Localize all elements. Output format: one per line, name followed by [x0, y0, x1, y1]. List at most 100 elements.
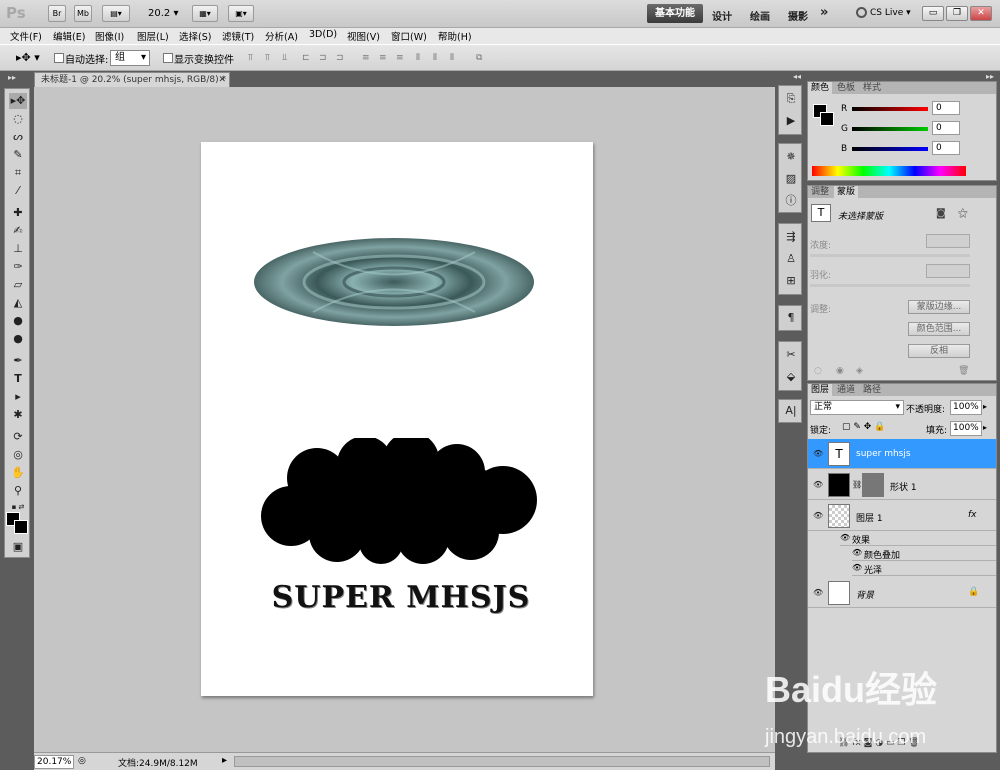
- panel-background-swatch[interactable]: [820, 112, 834, 126]
- clone-stamp-tool-icon[interactable]: ⊥: [9, 241, 27, 257]
- distribute-bottom-icon[interactable]: ≡: [396, 53, 410, 64]
- invert-button[interactable]: 反相: [908, 344, 970, 358]
- tab-styles[interactable]: 样式: [860, 82, 884, 94]
- custom-shape-tool-icon[interactable]: ✱: [9, 407, 27, 423]
- menu-help[interactable]: 帮助(H): [438, 29, 472, 43]
- lasso-tool-icon[interactable]: ᔕ: [9, 129, 27, 145]
- path-selection-tool-icon[interactable]: ▸: [9, 389, 27, 405]
- tab-paths[interactable]: 路径: [860, 384, 884, 396]
- align-top-icon[interactable]: ⫪: [248, 53, 262, 64]
- menu-select[interactable]: 选择(S): [179, 29, 211, 43]
- workspace-painting-button[interactable]: 绘画: [750, 8, 770, 23]
- menu-view[interactable]: 视图(V): [347, 29, 380, 43]
- workspace-essentials-button[interactable]: 基本功能: [647, 4, 703, 23]
- tool-presets-icon[interactable]: ⊞: [783, 274, 799, 288]
- layer-comps-icon[interactable]: ⬙: [783, 370, 799, 384]
- tab-layers[interactable]: 图层: [808, 384, 833, 396]
- menu-analysis[interactable]: 分析(A): [265, 29, 298, 43]
- move-tool-preset-button[interactable]: ▸✥ ▾: [16, 51, 40, 64]
- fill-field[interactable]: 100%: [950, 421, 982, 436]
- lock-icons[interactable]: ▢ ✎ ✥ 🔒: [842, 422, 885, 432]
- menu-layer[interactable]: 图层(L): [137, 29, 169, 43]
- pen-tool-icon[interactable]: ✒: [9, 353, 27, 369]
- distribute-top-icon[interactable]: ≡: [362, 53, 376, 64]
- navigator-icon[interactable]: ✵: [783, 150, 799, 164]
- collapse-toolbar-icon[interactable]: ▸▸: [8, 73, 16, 82]
- delete-mask-icon[interactable]: 🗑: [958, 366, 969, 376]
- align-bottom-icon[interactable]: ⫫: [282, 53, 296, 64]
- brush-tool-icon[interactable]: ✍: [9, 223, 27, 239]
- tab-color[interactable]: 颜色: [808, 82, 833, 94]
- opacity-arrow-icon[interactable]: ▸: [983, 402, 987, 411]
- healing-brush-tool-icon[interactable]: ✚: [9, 205, 27, 221]
- info-icon[interactable]: ⓘ: [783, 194, 799, 208]
- paragraph-icon[interactable]: ¶: [783, 311, 799, 325]
- visibility-eye-icon[interactable]: 👁: [813, 588, 823, 598]
- blend-mode-select[interactable]: 正常 ▾: [810, 400, 904, 415]
- paint-bucket-tool-icon[interactable]: ◭: [9, 295, 27, 311]
- history-brush-tool-icon[interactable]: ✑: [9, 259, 27, 275]
- color-range-button[interactable]: 颜色范围...: [908, 322, 970, 336]
- type-tool-icon[interactable]: T: [9, 371, 27, 387]
- histogram-icon[interactable]: ▨: [783, 172, 799, 186]
- fill-arrow-icon[interactable]: ▸: [983, 423, 987, 432]
- layer-row-shape[interactable]: 👁 ⛓ 形状 1: [808, 470, 996, 500]
- density-field[interactable]: [926, 234, 970, 248]
- tab-channels[interactable]: 通道: [834, 384, 858, 396]
- visibility-eye-icon[interactable]: 👁: [813, 449, 823, 459]
- channel-b-slider[interactable]: [852, 147, 928, 151]
- density-slider[interactable]: [810, 254, 970, 257]
- menu-image[interactable]: 图像(I): [95, 29, 124, 43]
- auto-align-icon[interactable]: ⧉: [476, 53, 490, 64]
- channel-r-value[interactable]: 0: [932, 101, 960, 115]
- crop-tool-icon[interactable]: ⌗: [9, 165, 27, 181]
- screen-mode-button[interactable]: ▣▾: [228, 5, 254, 22]
- feather-slider[interactable]: [810, 284, 970, 287]
- opacity-field[interactable]: 100%: [950, 400, 982, 415]
- horizontal-scrollbar[interactable]: [234, 756, 770, 767]
- feather-field[interactable]: [926, 264, 970, 278]
- distribute-right-icon[interactable]: ⦀: [450, 53, 464, 64]
- distribute-hcenter-icon[interactable]: ⦀: [433, 53, 447, 64]
- blur-tool-icon[interactable]: ●: [9, 313, 27, 329]
- align-hcenter-icon[interactable]: ⊐: [319, 53, 333, 64]
- tab-adjustments[interactable]: 调整: [808, 186, 832, 198]
- move-tool-icon[interactable]: ▸✥: [9, 93, 27, 109]
- color-spectrum-bar[interactable]: [812, 166, 966, 176]
- layer-row-layer1[interactable]: 👁 图层 1 fx: [808, 501, 996, 531]
- show-transform-checkbox[interactable]: [163, 53, 173, 63]
- tab-swatches[interactable]: 色板: [834, 82, 858, 94]
- restore-button[interactable]: ❐: [946, 6, 968, 21]
- more-workspaces-button[interactable]: »: [820, 5, 828, 20]
- channel-g-slider[interactable]: [852, 127, 928, 131]
- auto-select-target-select[interactable]: 组 ▾: [110, 50, 150, 66]
- bridge-icon[interactable]: Br: [48, 5, 66, 22]
- collapse-panels-icon[interactable]: ▸▸: [986, 72, 994, 81]
- dodge-tool-icon[interactable]: ●: [9, 331, 27, 347]
- distribute-vcenter-icon[interactable]: ≡: [379, 53, 393, 64]
- align-right-icon[interactable]: ⊐: [336, 53, 350, 64]
- tab-masks[interactable]: 蒙版: [834, 186, 859, 198]
- menu-file[interactable]: 文件(F): [10, 29, 42, 43]
- minimize-button[interactable]: ▭: [922, 6, 944, 21]
- character-icon[interactable]: A|: [783, 404, 799, 418]
- hand-tool-icon[interactable]: ✋: [9, 465, 27, 481]
- workspace-photography-button[interactable]: 摄影: [788, 8, 808, 23]
- marquee-tool-icon[interactable]: ◌: [9, 111, 27, 127]
- visibility-eye-icon[interactable]: 👁: [840, 533, 850, 542]
- quick-select-tool-icon[interactable]: ✎: [9, 147, 27, 163]
- workspace-design-button[interactable]: 设计: [712, 8, 732, 23]
- cs-live-button[interactable]: CS Live ▾: [870, 8, 911, 18]
- background-color-swatch[interactable]: [14, 520, 28, 534]
- brush-presets-icon[interactable]: ⇶: [783, 230, 799, 244]
- close-tab-icon[interactable]: ✕: [218, 73, 226, 87]
- 3d-icon[interactable]: ✂: [783, 348, 799, 362]
- expand-dock-icon[interactable]: ◂◂: [793, 72, 801, 81]
- menu-window[interactable]: 窗口(W): [391, 29, 427, 43]
- clone-source-icon[interactable]: ♙: [783, 252, 799, 266]
- channel-g-value[interactable]: 0: [932, 121, 960, 135]
- quick-mask-icon[interactable]: ▣: [9, 539, 27, 555]
- effect-row-color-overlay[interactable]: 👁 颜色叠加: [852, 547, 996, 561]
- link-icon[interactable]: ⛓: [852, 480, 862, 489]
- mask-edge-button[interactable]: 蒙版边缘...: [908, 300, 970, 314]
